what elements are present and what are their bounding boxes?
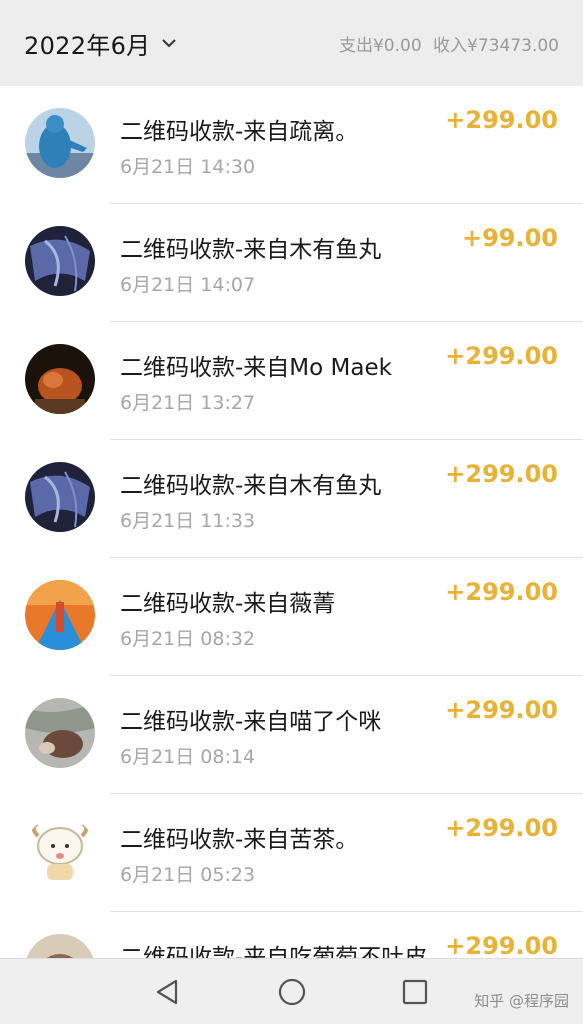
header: 2022年6月 支出¥0.00 收入¥73473.00 [0, 0, 583, 86]
transaction-title: 二维码收款-来自Mo Maek [120, 355, 392, 381]
watermark: 知乎 @程序园 [474, 992, 569, 1010]
month-label: 2022年6月 [24, 31, 151, 60]
avatar [25, 816, 95, 886]
transaction-amount: +299.00 [441, 814, 558, 842]
summary: 支出¥0.00 收入¥73473.00 [339, 31, 559, 56]
avatar [25, 344, 95, 414]
transaction-title: 二维码收款-来自疏离。 [120, 119, 359, 145]
transaction-time: 6月21日 08:14 [120, 746, 256, 768]
system-nav-bar: 知乎 @程序园 [0, 958, 583, 1024]
avatar [25, 108, 95, 178]
transaction-title: 二维码收款-来自喵了个咪 [120, 709, 382, 735]
recents-icon[interactable] [400, 977, 430, 1007]
avatar [25, 462, 95, 532]
list-item[interactable]: 二维码收款-来自Mo Maek 6月21日 13:27 +299.00 [0, 322, 583, 440]
income-total: 收入¥73473.00 [433, 35, 559, 56]
list-item[interactable]: 二维码收款-来自吃葡萄不吐皮 +299.00 [0, 912, 583, 958]
expense-total: 支出¥0.00 [338, 35, 422, 56]
transaction-amount: +299.00 [441, 932, 558, 958]
list-item[interactable]: 二维码收款-来自疏离。 6月21日 14:30 +299.00 [0, 86, 583, 204]
transaction-amount: +299.00 [441, 696, 558, 724]
avatar [25, 934, 95, 958]
transaction-time: 6月21日 14:07 [120, 274, 256, 296]
transaction-title: 二维码收款-来自木有鱼丸 [120, 237, 382, 263]
transaction-amount: +299.00 [441, 578, 558, 606]
transaction-amount: +99.00 [457, 224, 558, 252]
avatar [25, 698, 95, 768]
avatar [25, 226, 95, 296]
transaction-time: 6月21日 11:33 [120, 510, 256, 532]
month-picker[interactable]: 2022年6月 [24, 26, 178, 61]
back-icon[interactable] [152, 977, 182, 1007]
list-item[interactable]: 二维码收款-来自苦茶。 6月21日 05:23 +299.00 [0, 794, 583, 912]
transaction-amount: +299.00 [441, 106, 558, 134]
transaction-amount: +299.00 [441, 342, 558, 370]
transaction-title: 二维码收款-来自吃葡萄不吐皮 [120, 945, 428, 958]
chevron-down-icon [162, 39, 177, 48]
home-icon[interactable] [277, 977, 307, 1007]
avatar [25, 580, 95, 650]
transaction-time: 6月21日 05:23 [120, 864, 256, 886]
transaction-title: 二维码收款-来自薇菁 [120, 591, 336, 617]
transaction-time: 6月21日 08:32 [120, 628, 256, 650]
list-item[interactable]: 二维码收款-来自薇菁 6月21日 08:32 +299.00 [0, 558, 583, 676]
list-item[interactable]: 二维码收款-来自喵了个咪 6月21日 08:14 +299.00 [0, 676, 583, 794]
transaction-title: 二维码收款-来自苦茶。 [120, 827, 359, 853]
list-item[interactable]: 二维码收款-来自木有鱼丸 6月21日 11:33 +299.00 [0, 440, 583, 558]
list-item[interactable]: 二维码收款-来自木有鱼丸 6月21日 14:07 +99.00 [0, 204, 583, 322]
transaction-time: 6月21日 14:30 [120, 156, 256, 178]
transaction-list: 二维码收款-来自疏离。 6月21日 14:30 +299.00 二维码收款-来自… [0, 86, 583, 958]
transaction-title: 二维码收款-来自木有鱼丸 [120, 473, 382, 499]
transaction-amount: +299.00 [441, 460, 558, 488]
transaction-time: 6月21日 13:27 [120, 392, 256, 414]
